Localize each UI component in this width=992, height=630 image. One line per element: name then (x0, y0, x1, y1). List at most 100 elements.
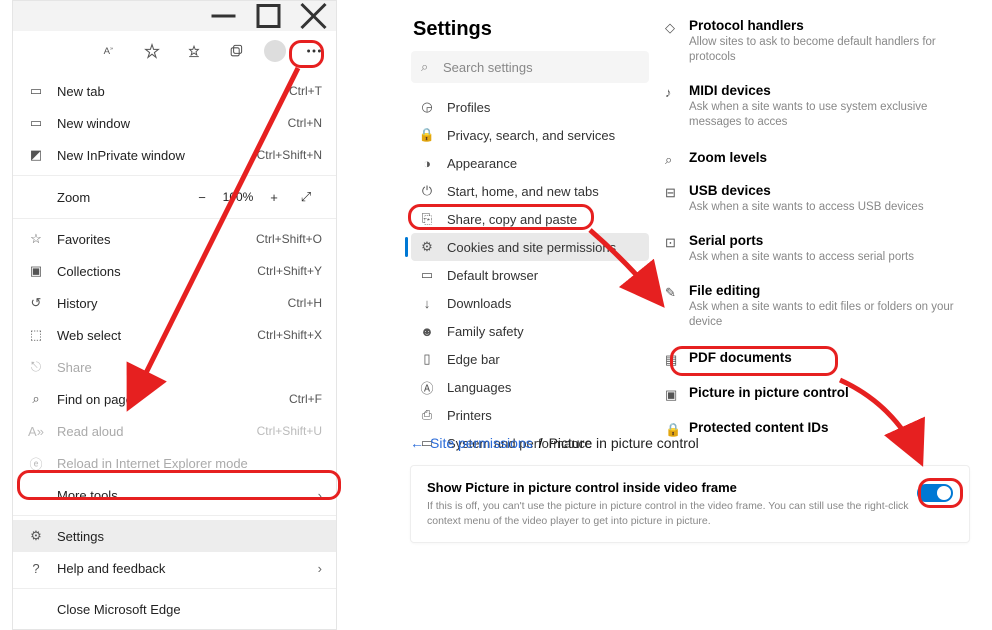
perm-zoom-levels[interactable]: ⌕Zoom levels (665, 140, 980, 175)
card-description: If this is off, you can't use the pictur… (427, 499, 917, 528)
share-icon: ⎘ (419, 211, 435, 227)
file-icon: ✎ (665, 285, 681, 301)
permissions-list: ◇Protocol handlersAllow sites to ask to … (665, 10, 980, 445)
favorite-star-icon[interactable] (138, 37, 166, 65)
nav-cookies[interactable]: ⚙Cookies and site permissions (411, 233, 649, 261)
nav-start[interactable]: ⏻Start, home, and new tabs (405, 177, 655, 205)
nav-family[interactable]: ☻Family safety (405, 317, 655, 345)
family-icon: ☻ (419, 324, 435, 339)
help-icon: ? (27, 559, 45, 577)
menu-help[interactable]: ?Help and feedback› (13, 552, 336, 584)
nav-share[interactable]: ⎘Share, copy and paste (405, 205, 655, 233)
nav-profiles[interactable]: ◶Profiles (405, 93, 655, 121)
read-aloud-icon: A» (27, 422, 45, 440)
menu-collections[interactable]: ▣CollectionsCtrl+Shift+Y (13, 255, 336, 287)
separator (13, 218, 336, 219)
menu-new-window[interactable]: ▭New windowCtrl+N (13, 107, 336, 139)
perm-usb[interactable]: ⊟USB devicesAsk when a site wants to acc… (665, 175, 980, 225)
cookie-icon: ⚙ (419, 239, 435, 255)
edgebar-icon: ▯ (419, 351, 435, 367)
overflow-menu: ▭New tabCtrl+T ▭New windowCtrl+N ◩New In… (13, 71, 336, 629)
menu-more-tools[interactable]: More tools› (13, 479, 336, 511)
nav-default-browser[interactable]: ▭Default browser (405, 261, 655, 289)
settings-sidebar: Settings ⌕ Search settings ◶Profiles 🔒Pr… (405, 12, 655, 489)
pip-icon: ▣ (665, 387, 681, 403)
breadcrumb-parent[interactable]: Site permissions (430, 435, 533, 451)
pip-toggle-card: Show Picture in picture control inside v… (410, 465, 970, 543)
share-icon: ⎋ (27, 358, 45, 376)
window-icon: ▭ (27, 114, 45, 132)
pip-toggle-switch[interactable] (917, 484, 953, 502)
menu-favorites[interactable]: ☆FavoritesCtrl+Shift+O (13, 223, 336, 255)
breadcrumb: ← Site permissions / Picture in picture … (410, 435, 970, 451)
browser-toolbar: A» (13, 31, 336, 71)
pdf-icon: ▤ (665, 352, 681, 368)
perm-pdf[interactable]: ▤PDF documents (665, 340, 980, 375)
perm-picture-in-picture[interactable]: ▣Picture in picture control (665, 375, 980, 410)
browser-menu-panel: A» ▭New tabCtrl+T ▭New windowCtrl+N ◩New… (12, 0, 337, 630)
breadcrumb-current: Picture in picture control (549, 435, 699, 451)
profile-avatar[interactable] (264, 40, 286, 62)
menu-find[interactable]: ⌕Find on pageCtrl+F (13, 383, 336, 415)
zoom-icon: ⌕ (665, 152, 681, 168)
search-placeholder: Search settings (443, 60, 533, 75)
history-icon: ↺ (27, 294, 45, 312)
chevron-right-icon: › (318, 561, 322, 576)
nav-edgebar[interactable]: ▯Edge bar (405, 345, 655, 373)
nav-languages[interactable]: ⒶLanguages (405, 373, 655, 401)
protocol-icon: ◇ (665, 20, 681, 36)
menu-share: ⎋Share (13, 351, 336, 383)
nav-downloads[interactable]: ↓Downloads (405, 289, 655, 317)
nav-appearance[interactable]: ◑Appearance (405, 149, 655, 177)
zoom-in-button[interactable]: + (262, 185, 286, 209)
back-arrow-icon[interactable]: ← (410, 435, 424, 451)
collections-icon[interactable] (222, 37, 250, 65)
appearance-icon: ◑ (419, 156, 435, 171)
maximize-button[interactable] (246, 1, 291, 31)
separator (13, 515, 336, 516)
settings-search[interactable]: ⌕ Search settings (411, 51, 649, 83)
minimize-button[interactable] (201, 1, 246, 31)
menu-history[interactable]: ↺HistoryCtrl+H (13, 287, 336, 319)
fullscreen-button[interactable]: ⤢ (294, 185, 318, 209)
collections-icon: ▣ (27, 262, 45, 280)
home-icon: ⏻ (419, 183, 435, 199)
serial-icon: ⊡ (665, 235, 681, 251)
nav-privacy[interactable]: 🔒Privacy, search, and services (405, 121, 655, 149)
card-title: Show Picture in picture control inside v… (427, 480, 917, 495)
tab-icon: ▭ (27, 82, 45, 100)
star-icon: ☆ (27, 230, 45, 248)
ie-icon: ⓔ (27, 454, 45, 472)
zoom-label: Zoom (27, 190, 186, 205)
pip-settings-panel: ← Site permissions / Picture in picture … (410, 435, 970, 543)
search-icon: ⌕ (421, 59, 435, 75)
perm-midi[interactable]: ♪MIDI devicesAsk when a site wants to us… (665, 75, 980, 140)
perm-protocol-handlers[interactable]: ◇Protocol handlersAllow sites to ask to … (665, 10, 980, 75)
more-menu-button[interactable] (300, 37, 328, 65)
window-titlebar (13, 1, 336, 31)
zoom-value: 100% (218, 190, 258, 204)
gear-icon: ⚙ (27, 527, 45, 545)
zoom-out-button[interactable]: − (190, 185, 214, 209)
menu-settings[interactable]: ⚙Settings (13, 520, 336, 552)
menu-new-inprivate[interactable]: ◩New InPrivate windowCtrl+Shift+N (13, 139, 336, 171)
usb-icon: ⊟ (665, 185, 681, 201)
nav-printers[interactable]: ⎙Printers (405, 401, 655, 429)
separator (13, 588, 336, 589)
favorites-list-icon[interactable] (180, 37, 208, 65)
search-icon: ⌕ (27, 390, 45, 408)
menu-read-aloud: A»Read aloudCtrl+Shift+U (13, 415, 336, 447)
menu-close-edge[interactable]: Close Microsoft Edge (13, 593, 336, 625)
settings-title: Settings (405, 12, 655, 51)
close-button[interactable] (291, 1, 336, 31)
perm-serial[interactable]: ⊡Serial portsAsk when a site wants to ac… (665, 225, 980, 275)
read-aloud-icon[interactable]: A» (96, 37, 124, 65)
menu-new-tab[interactable]: ▭New tabCtrl+T (13, 75, 336, 107)
download-icon: ↓ (419, 296, 435, 311)
menu-web-select[interactable]: ⬚Web selectCtrl+Shift+X (13, 319, 336, 351)
perm-file-editing[interactable]: ✎File editingAsk when a site wants to ed… (665, 275, 980, 340)
settings-nav: ◶Profiles 🔒Privacy, search, and services… (405, 89, 655, 489)
lock-icon: 🔒 (419, 127, 435, 143)
svg-text:»: » (110, 46, 113, 52)
printer-icon: ⎙ (419, 407, 435, 423)
